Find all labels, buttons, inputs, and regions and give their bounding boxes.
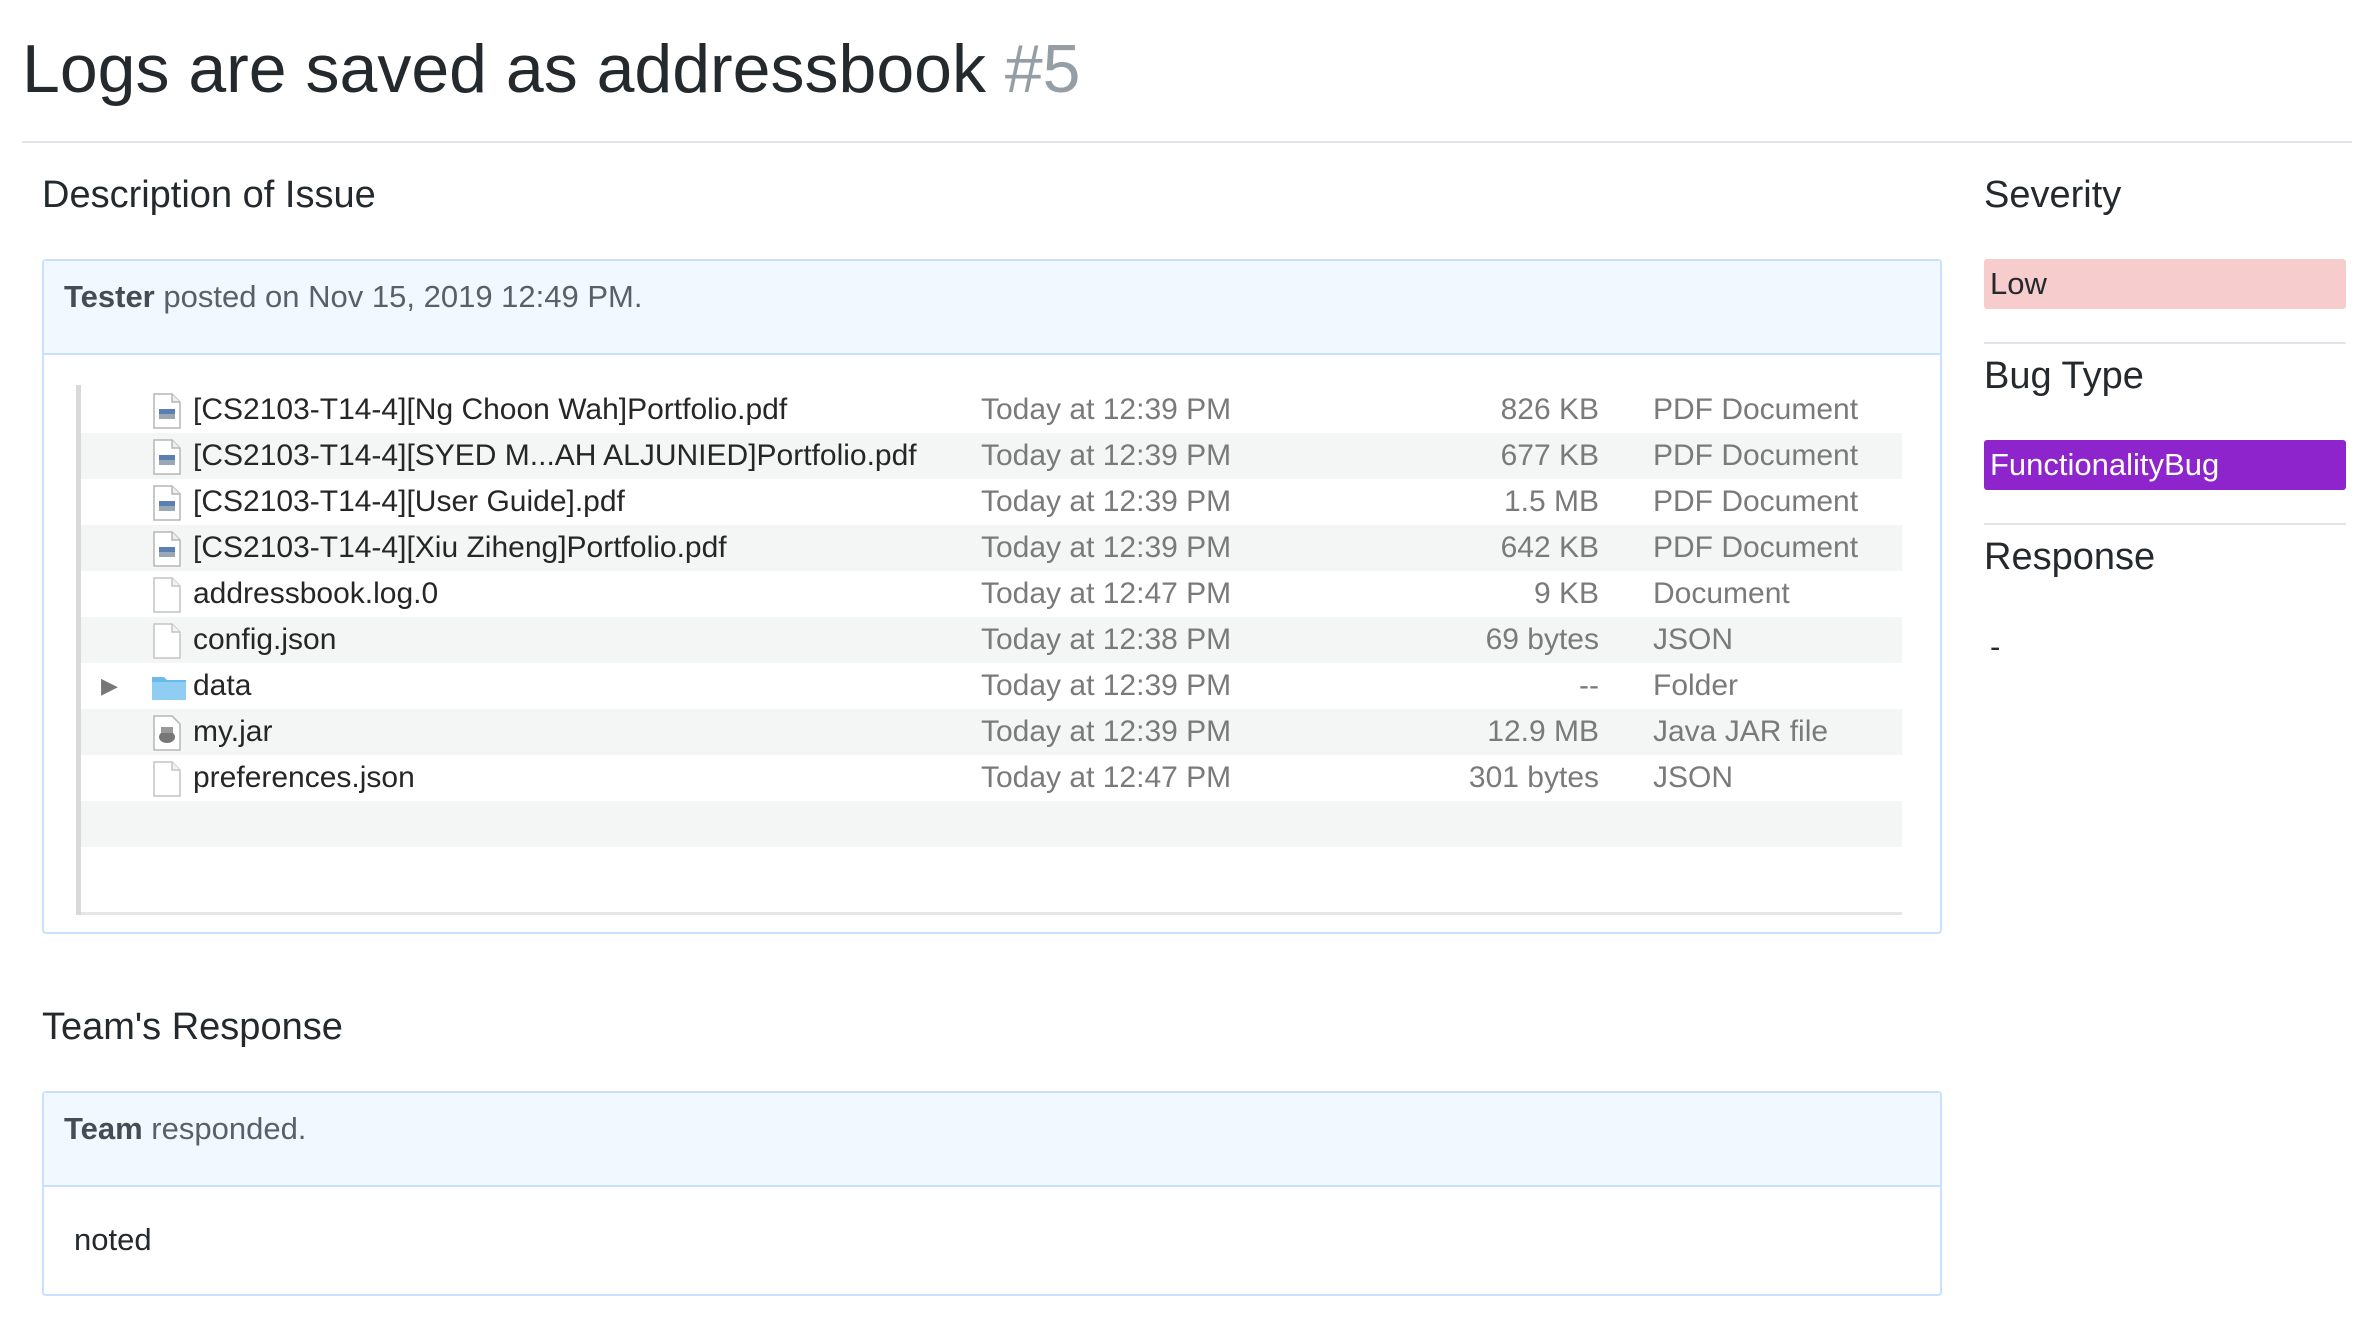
team-response-body: noted (74, 1222, 152, 1257)
file-name: [CS2103-T14-4][Xiu Ziheng]Portfolio.pdf (193, 531, 727, 564)
pdf-icon (151, 531, 183, 567)
file-kind: PDF Document (1653, 439, 1859, 472)
jar-icon (151, 715, 183, 751)
folder-icon (151, 669, 186, 705)
file-date: Today at 12:39 PM (981, 669, 1232, 702)
file-name: data (193, 669, 252, 702)
sidebar-divider (1984, 342, 2346, 344)
file-size: 677 KB (1500, 439, 1599, 472)
document-icon (151, 623, 183, 659)
sidebar-divider (1984, 523, 2346, 525)
file-kind: PDF Document (1653, 531, 1859, 564)
file-row[interactable]: addressbook.log.0 Today at 12:47 PM 9 KB Do… (81, 571, 1902, 617)
file-kind: Java JAR file (1653, 715, 1829, 748)
file-date: Today at 12:47 PM (981, 577, 1232, 610)
file-size: -- (1579, 669, 1599, 702)
file-name: addressbook.log.0 (193, 577, 439, 610)
bug-type-heading: Bug Type (1984, 355, 2144, 397)
file-kind: Document (1653, 577, 1790, 610)
file-name: my.jar (193, 715, 273, 748)
description-heading: Description of Issue (42, 174, 376, 216)
file-date: Today at 12:39 PM (981, 439, 1232, 472)
file-date: Today at 12:39 PM (981, 531, 1232, 564)
disclosure-triangle-icon[interactable]: ▶ (101, 663, 118, 709)
file-row[interactable]: [CS2103-T14-4][Xiu Ziheng]Portfolio.pdf T… (81, 525, 1902, 571)
pdf-icon (151, 393, 183, 429)
file-name: preferences.json (193, 761, 415, 794)
file-date: Today at 12:39 PM (981, 485, 1232, 518)
file-row[interactable]: ▶ data Today at 12:39 PM -- Folder (81, 663, 1902, 709)
file-kind: PDF Document (1653, 393, 1859, 426)
file-size: 69 bytes (1485, 623, 1599, 656)
file-size: 826 KB (1500, 393, 1599, 426)
pdf-icon (151, 485, 183, 521)
file-name: config.json (193, 623, 337, 656)
file-kind: Folder (1653, 669, 1739, 702)
file-date: Today at 12:47 PM (981, 761, 1232, 794)
team-response-heading: Team's Response (42, 1006, 343, 1048)
file-size: 642 KB (1500, 531, 1599, 564)
finder-bottom-border (81, 912, 1902, 915)
severity-label[interactable]: Low (1984, 259, 2346, 309)
response-heading: Response (1984, 536, 2156, 578)
file-row[interactable]: config.json Today at 12:38 PM 69 bytes JSON (81, 617, 1902, 663)
team-response-header: Team responded. (44, 1093, 1940, 1187)
file-row[interactable]: my.jar Today at 12:39 PM 12.9 MB Java JAR f… (81, 709, 1902, 755)
file-row[interactable]: [CS2103-T14-4][SYED M...AH ALJUNIED]Port… (81, 433, 1902, 479)
file-date: Today at 12:39 PM (981, 715, 1232, 748)
comment-author: Tester (64, 279, 155, 314)
file-listing-screenshot: [CS2103-T14-4][Ng Choon Wah]Portfolio.pd… (76, 385, 1902, 915)
team-response-comment: Team responded. noted (42, 1091, 1942, 1296)
empty-row (81, 801, 1902, 847)
file-size: 301 bytes (1468, 761, 1599, 794)
document-icon (151, 761, 183, 797)
title-divider (22, 141, 2352, 143)
file-date: Today at 12:39 PM (981, 393, 1232, 426)
file-row[interactable]: preferences.json Today at 12:47 PM 301 byt… (81, 755, 1902, 801)
file-name: [CS2103-T14-4][SYED M...AH ALJUNIED]Port… (193, 439, 917, 472)
description-body: [CS2103-T14-4][Ng Choon Wah]Portfolio.pd… (44, 355, 1940, 932)
pdf-icon (151, 439, 183, 475)
file-kind: JSON (1653, 761, 1734, 794)
bug-type-label[interactable]: FunctionalityBug (1984, 440, 2346, 490)
description-comment-header: Tester posted on Nov 15, 2019 12:49 PM. (44, 261, 1940, 355)
file-name: [CS2103-T14-4][Ng Choon Wah]Portfolio.pd… (193, 393, 788, 426)
file-date: Today at 12:38 PM (981, 623, 1232, 656)
issue-title-text: Logs are saved as addressbook (22, 31, 986, 107)
file-row[interactable]: [CS2103-T14-4][Ng Choon Wah]Portfolio.pd… (81, 387, 1902, 433)
file-kind: PDF Document (1653, 485, 1859, 518)
issue-number: #5 (1004, 31, 1081, 107)
file-size: 12.9 MB (1487, 715, 1599, 748)
comment-posted-text: posted on Nov 15, 2019 12:49 PM. (154, 279, 643, 314)
file-size: 9 KB (1533, 577, 1599, 610)
response-value: - (1990, 629, 2001, 664)
file-name: [CS2103-T14-4][User Guide].pdf (193, 485, 625, 518)
severity-heading: Severity (1984, 174, 2122, 216)
file-kind: JSON (1653, 623, 1734, 656)
team-author: Team (64, 1111, 143, 1146)
file-row[interactable]: [CS2103-T14-4][User Guide].pdf Today at 1… (81, 479, 1902, 525)
document-icon (151, 577, 183, 613)
description-comment: Tester posted on Nov 15, 2019 12:49 PM. … (42, 259, 1942, 934)
team-responded-text: responded. (142, 1111, 307, 1146)
issue-title: Logs are saved as addressbook #5 (22, 28, 1081, 110)
file-size: 1.5 MB (1503, 485, 1599, 518)
